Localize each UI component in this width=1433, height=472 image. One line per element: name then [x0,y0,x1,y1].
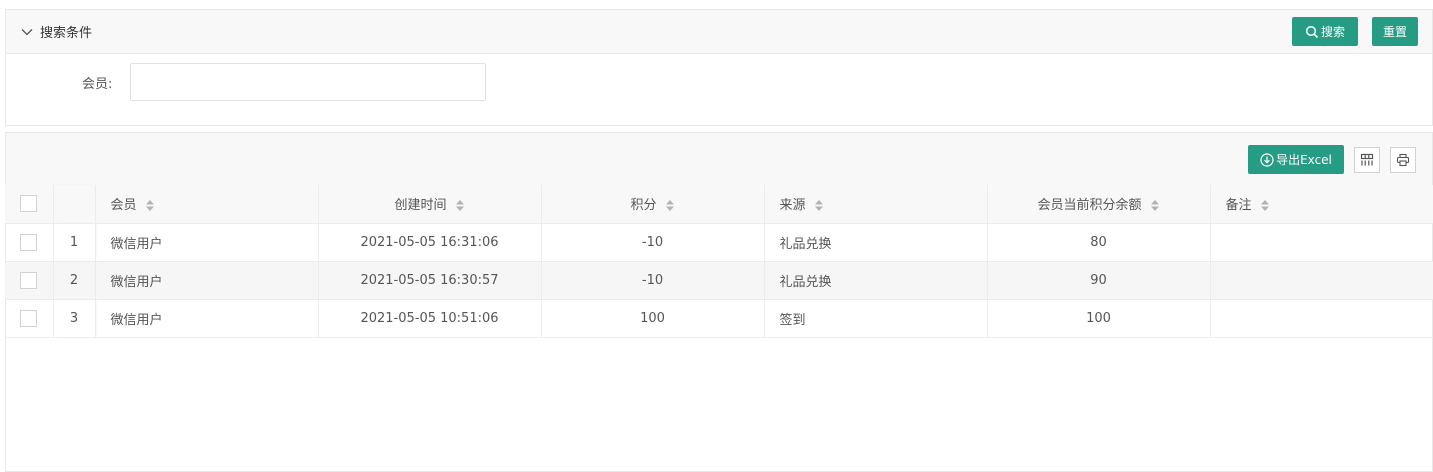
column-header-label: 来源 [779,198,806,214]
select-all-checkbox[interactable] [20,195,38,213]
row-index: 3 [53,299,96,338]
print-button[interactable] [1390,147,1416,173]
points-table: 会员 创建时间 积分 来源 会员当前积分余额 备注 1 微信用户 2021-05… [5,185,1433,338]
column-header-label: 会员当前积分余额 [1037,198,1142,214]
cell-balance: 100 [987,299,1211,338]
column-header-label: 积分 [630,198,657,214]
export-button-label: 导出Excel [1276,153,1332,167]
cell-points: -10 [541,261,765,300]
sort-icon[interactable] [145,199,155,212]
row-checkbox-cell [5,223,54,262]
download-icon [1260,152,1274,167]
column-header-member[interactable]: 会员 [95,185,319,224]
sort-icon[interactable] [665,199,675,212]
member-input[interactable] [130,63,486,101]
row-index: 1 [53,223,96,262]
cell-created: 2021-05-05 16:31:06 [318,223,542,262]
sort-icon[interactable] [455,199,465,212]
table-row[interactable]: 2 微信用户 2021-05-05 16:30:57 -10 礼品兑换 90 [5,261,1433,300]
member-filter-row: 会员: [6,63,1432,101]
reset-button[interactable]: 重置 [1372,17,1418,46]
row-checkbox[interactable] [20,233,38,251]
table-row[interactable]: 3 微信用户 2021-05-05 10:51:06 100 签到 100 [5,299,1433,338]
cell-created: 2021-05-05 10:51:06 [318,299,542,338]
column-filter-button[interactable] [1354,147,1380,173]
column-header-balance[interactable]: 会员当前积分余额 [987,185,1211,224]
cell-balance: 90 [987,261,1211,300]
cell-points: -10 [541,223,765,262]
column-header-remark[interactable]: 备注 [1210,185,1433,224]
cell-source: 礼品兑换 [764,223,988,262]
column-header-points[interactable]: 积分 [541,185,765,224]
search-toggle[interactable]: 搜索条件 [20,22,92,41]
print-icon [1396,153,1410,167]
column-header-label: 备注 [1225,198,1252,214]
reset-button-label: 重置 [1382,25,1407,39]
cell-source: 礼品兑换 [764,261,988,300]
search-icon [1305,25,1319,38]
column-header-label: 会员 [110,198,137,214]
cell-points: 100 [541,299,765,338]
table-header-row: 会员 创建时间 积分 来源 会员当前积分余额 备注 [5,185,1433,224]
row-checkbox-cell [5,299,54,338]
column-header-created[interactable]: 创建时间 [318,185,542,224]
column-header-source[interactable]: 来源 [764,185,988,224]
column-header-label: 创建时间 [394,198,447,214]
search-toggle-label: 搜索条件 [40,26,93,41]
cell-source: 签到 [764,299,988,338]
columns-icon [1360,153,1374,166]
search-panel-header: 搜索条件 搜索 重置 [6,10,1432,54]
cell-member: 微信用户 [95,299,319,338]
member-label: 会员: [82,77,113,92]
index-header [53,185,96,224]
search-button[interactable]: 搜索 [1292,17,1358,46]
row-checkbox[interactable] [20,271,38,289]
search-button-label: 搜索 [1320,25,1345,39]
cell-member: 微信用户 [95,223,319,262]
search-panel: 搜索条件 搜索 重置 会员: [5,9,1433,126]
row-checkbox-cell [5,261,54,300]
cell-remark [1210,223,1433,262]
table-toolbar: 导出Excel [6,133,1432,186]
table-panel: 导出Excel 会员 创建时间 积分 来源 会员当前积分余额 备注 1 微信用户… [5,132,1433,472]
cell-remark [1210,261,1433,300]
cell-balance: 80 [987,223,1211,262]
cell-member: 微信用户 [95,261,319,300]
export-excel-button[interactable]: 导出Excel [1248,145,1344,174]
row-index: 2 [53,261,96,300]
sort-icon[interactable] [1260,199,1270,212]
select-all-cell [5,185,54,224]
cell-remark [1210,299,1433,338]
table-row[interactable]: 1 微信用户 2021-05-05 16:31:06 -10 礼品兑换 80 [5,223,1433,262]
sort-icon[interactable] [814,199,824,212]
row-checkbox[interactable] [20,309,38,327]
chevron-down-icon [21,28,33,35]
sort-icon[interactable] [1150,199,1160,212]
cell-created: 2021-05-05 16:30:57 [318,261,542,300]
